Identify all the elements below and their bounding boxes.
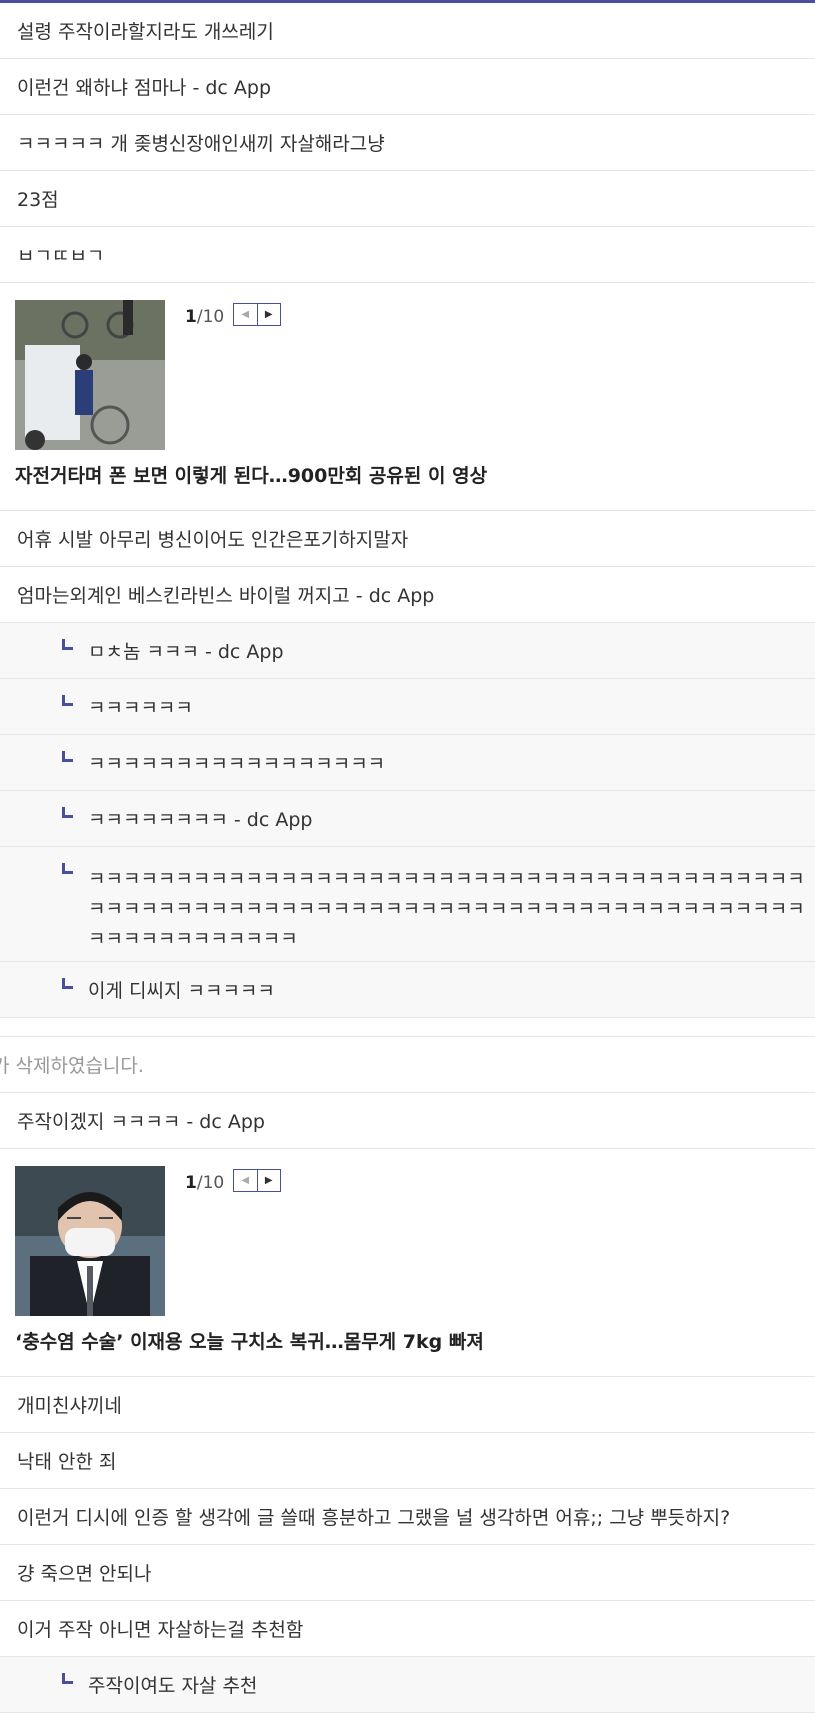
reply-text: 주작이여도 자살 추천 <box>88 1675 258 1697</box>
news-page-current: 1 <box>185 1173 197 1193</box>
comment-list: 설령 주작이라할지라도 개쓰레기 이런건 왜하냐 점마나 - dc App ㅋㅋ… <box>0 3 815 1713</box>
reply-arrow-icon <box>62 695 73 706</box>
news-page-total: /10 <box>196 1173 225 1193</box>
deleted-text: 가 삭제하였습니다. <box>0 1055 144 1077</box>
reply-item[interactable]: 이게 디씨지 ㅋㅋㅋㅋㅋ <box>0 962 815 1018</box>
reply-text: 이게 디씨지 ㅋㅋㅋㅋㅋ <box>88 980 275 1002</box>
reply-text: ㅋㅋㅋㅋㅋㅋㅋㅋㅋㅋㅋㅋㅋㅋㅋㅋㅋ <box>88 753 386 775</box>
reply-text: ㅋㅋㅋㅋㅋㅋㅋㅋㅋㅋㅋㅋㅋㅋㅋㅋㅋㅋㅋㅋㅋㅋㅋㅋㅋㅋㅋㅋㅋㅋㅋㅋㅋㅋㅋㅋㅋㅋㅋㅋ… <box>88 868 805 950</box>
deleted-comment-notice: 가 삭제하였습니다. <box>0 1037 815 1093</box>
reply-text: ㅋㅋㅋㅋㅋㅋㅋㅋ - dc App <box>88 809 313 831</box>
section-gap <box>0 1018 815 1037</box>
reply-arrow-icon <box>62 863 73 874</box>
comment-text: 엄마는외계인 베스킨라빈스 바이럴 꺼지고 - dc App <box>17 585 435 607</box>
news-pager-text: 1/10 <box>185 307 224 327</box>
reply-arrow-icon <box>62 639 73 650</box>
comment-item[interactable]: ㅂㄱㄸㅂㄱ <box>0 227 815 283</box>
comment-item[interactable]: 이런건 왜하냐 점마나 - dc App <box>0 59 815 115</box>
news-ad-card[interactable]: 1/10 ◀ ▶ 자전거타며 폰 보면 이렇게 된다…900만회 공유된 이 영… <box>0 283 815 511</box>
comment-text: 이거 주작 아니면 자살하는걸 추천함 <box>17 1619 304 1641</box>
comment-text: ㅋㅋㅋㅋㅋ 개 좆병신장애인새끼 자살해라그냥 <box>17 133 385 155</box>
comment-text: 어휴 시발 아무리 병신이어도 인간은포기하지말자 <box>17 529 409 551</box>
news-page-total: /10 <box>196 307 225 327</box>
comment-item[interactable]: 개미친샤끼네 <box>0 1377 815 1433</box>
comment-item[interactable]: ㅋㅋㅋㅋㅋ 개 좆병신장애인새끼 자살해라그냥 <box>0 115 815 171</box>
comment-text: 설령 주작이라할지라도 개쓰레기 <box>17 21 274 43</box>
comment-item[interactable]: 엄마는외계인 베스킨라빈스 바이럴 꺼지고 - dc App <box>0 567 815 623</box>
comment-text: 이런건 왜하냐 점마나 - dc App <box>17 77 271 99</box>
comment-item[interactable]: 23점 <box>0 171 815 227</box>
reply-item[interactable]: ㅁㅊ놈 ㅋㅋㅋ - dc App <box>0 623 815 679</box>
comment-item[interactable]: 주작이겠지 ㅋㅋㅋㅋ - dc App <box>0 1093 815 1149</box>
news-page-current: 1 <box>185 307 197 327</box>
prev-arrow-icon[interactable]: ◀ <box>234 304 258 325</box>
comment-item[interactable]: 걍 죽으면 안되나 <box>0 1545 815 1601</box>
comment-text: 주작이겠지 ㅋㅋㅋㅋ - dc App <box>17 1111 265 1133</box>
reply-arrow-icon <box>62 978 73 989</box>
reply-item[interactable]: ㅋㅋㅋㅋㅋㅋ <box>0 679 815 735</box>
next-arrow-icon[interactable]: ▶ <box>258 304 281 325</box>
comment-item[interactable]: 어휴 시발 아무리 병신이어도 인간은포기하지말자 <box>0 511 815 567</box>
comment-text: ㅂㄱㄸㅂㄱ <box>17 245 105 267</box>
comment-text: 걍 죽으면 안되나 <box>17 1563 152 1585</box>
news-thumbnail[interactable] <box>15 1166 165 1316</box>
reply-item[interactable]: ㅋㅋㅋㅋㅋㅋㅋㅋㅋㅋㅋㅋㅋㅋㅋㅋㅋ <box>0 735 815 791</box>
comment-item[interactable]: 낙태 안한 죄 <box>0 1433 815 1489</box>
comment-item[interactable]: 설령 주작이라할지라도 개쓰레기 <box>0 3 815 59</box>
next-arrow-icon[interactable]: ▶ <box>258 1170 281 1191</box>
reply-arrow-icon <box>62 807 73 818</box>
reply-text: ㅁㅊ놈 ㅋㅋㅋ - dc App <box>88 641 284 663</box>
reply-arrow-icon <box>62 751 73 762</box>
prev-arrow-icon[interactable]: ◀ <box>234 1170 258 1191</box>
news-pager-text: 1/10 <box>185 1173 224 1193</box>
news-thumbnail[interactable] <box>15 300 165 450</box>
news-headline[interactable]: 자전거타며 폰 보면 이렇게 된다…900만회 공유된 이 영상 <box>15 461 487 488</box>
news-pager-buttons: ◀ ▶ <box>233 1169 281 1192</box>
comment-item[interactable]: 이런거 디시에 인증 할 생각에 글 쓸때 흥분하고 그랬을 널 생각하면 어휴… <box>0 1489 815 1545</box>
reply-arrow-icon <box>62 1673 73 1684</box>
reply-item[interactable]: 주작이여도 자살 추천 <box>0 1657 815 1713</box>
reply-text: ㅋㅋㅋㅋㅋㅋ <box>88 697 193 719</box>
comment-text: 낙태 안한 죄 <box>17 1451 117 1473</box>
comment-item[interactable]: 이거 주작 아니면 자살하는걸 추천함 <box>0 1601 815 1657</box>
news-pager-buttons: ◀ ▶ <box>233 303 281 326</box>
news-headline[interactable]: ‘충수염 수술’ 이재용 오늘 구치소 복귀…몸무게 7kg 빠져 <box>15 1327 484 1354</box>
comment-text: 이런거 디시에 인증 할 생각에 글 쓸때 흥분하고 그랬을 널 생각하면 어휴… <box>17 1507 731 1529</box>
reply-item[interactable]: ㅋㅋㅋㅋㅋㅋㅋㅋ - dc App <box>0 791 815 847</box>
reply-item[interactable]: ㅋㅋㅋㅋㅋㅋㅋㅋㅋㅋㅋㅋㅋㅋㅋㅋㅋㅋㅋㅋㅋㅋㅋㅋㅋㅋㅋㅋㅋㅋㅋㅋㅋㅋㅋㅋㅋㅋㅋㅋ… <box>0 847 815 962</box>
comment-text: 23점 <box>17 189 59 211</box>
comment-text: 개미친샤끼네 <box>17 1395 122 1417</box>
news-ad-card[interactable]: 1/10 ◀ ▶ ‘충수염 수술’ 이재용 오늘 구치소 복귀…몸무게 7kg … <box>0 1149 815 1377</box>
